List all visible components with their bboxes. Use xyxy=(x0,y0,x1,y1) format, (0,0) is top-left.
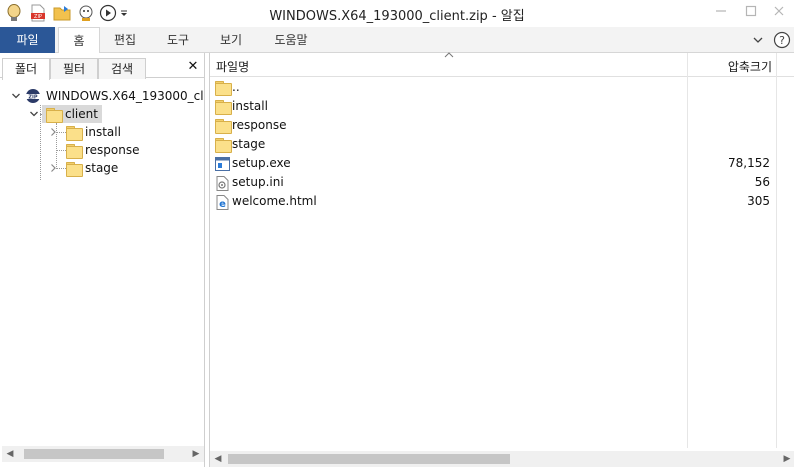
ribbon-tab-bar: 파일 홈 편집 도구 보기 도움말 ? xyxy=(0,27,794,54)
folder-icon xyxy=(66,161,83,177)
svg-text:ZIP: ZIP xyxy=(28,95,37,101)
tree-label-stage: stage xyxy=(85,161,119,175)
file-size: 56 xyxy=(754,175,770,189)
tab-folder[interactable]: 폴더 xyxy=(2,58,50,80)
tab-filter[interactable]: 필터 xyxy=(50,58,98,79)
file-list-panel: 파일명 압축크기 .. install response stage setup… xyxy=(209,51,794,467)
folder-tree: ZIP WINDOWS.X64_193000_clie client insta… xyxy=(0,79,204,441)
tree-label-client: client xyxy=(65,107,98,121)
help-icon[interactable]: ? xyxy=(773,31,791,49)
file-row-stage[interactable]: stage xyxy=(210,135,776,154)
file-row-parent[interactable]: .. xyxy=(210,78,776,97)
scroll-right-icon[interactable]: ▶ xyxy=(779,451,794,467)
collapse-ribbon-icon[interactable] xyxy=(751,33,765,47)
html-file-icon: e xyxy=(215,195,230,210)
tree-root-label: WINDOWS.X64_193000_clie xyxy=(46,89,204,103)
file-name: install xyxy=(232,99,268,113)
file-name: response xyxy=(232,118,287,132)
file-name: setup.ini xyxy=(232,175,284,189)
title-bar: ZIP WINDOWS.X64_193000_client.zip - 알집 xyxy=(0,0,794,27)
zip-archive-icon: ZIP xyxy=(24,88,42,104)
file-size: 305 xyxy=(747,194,770,208)
sort-ascending-icon xyxy=(444,51,454,62)
tab-tools[interactable]: 도구 xyxy=(157,27,199,53)
chevron-down-icon[interactable] xyxy=(28,105,40,123)
tab-view[interactable]: 보기 xyxy=(210,27,252,53)
tree-node-client[interactable]: client xyxy=(28,105,102,123)
folder-icon xyxy=(46,107,63,123)
file-row-setup-ini[interactable]: setup.ini 56 xyxy=(210,173,776,192)
chevron-right-icon[interactable] xyxy=(47,159,59,177)
svg-text:e: e xyxy=(219,199,226,210)
svg-text:?: ? xyxy=(779,34,785,47)
left-panel-tabs: 폴더 필터 검색 ✕ xyxy=(0,56,205,80)
chevron-right-icon[interactable] xyxy=(47,123,59,141)
file-name: setup.exe xyxy=(232,156,291,170)
tab-edit[interactable]: 편집 xyxy=(104,27,146,53)
exe-file-icon xyxy=(215,157,230,171)
file-name: stage xyxy=(232,137,266,151)
file-row-response[interactable]: response xyxy=(210,116,776,135)
folder-tree-panel: 폴더 필터 검색 ✕ ZIP WINDOWS.X64_193000_clie c… xyxy=(0,53,205,467)
column-divider[interactable] xyxy=(776,53,777,448)
maximize-icon[interactable] xyxy=(740,3,762,23)
folder-icon xyxy=(66,125,83,141)
scrollbar-thumb[interactable] xyxy=(24,449,164,459)
left-horizontal-scrollbar[interactable]: ◀ ▶ xyxy=(2,446,204,462)
folder-icon xyxy=(215,81,232,96)
chevron-down-icon[interactable] xyxy=(10,87,22,105)
tree-label-response: response xyxy=(85,143,140,157)
file-name: welcome.html xyxy=(232,194,317,208)
tab-help[interactable]: 도움말 xyxy=(268,27,314,53)
scroll-left-icon[interactable]: ◀ xyxy=(2,446,18,462)
tab-home[interactable]: 홈 xyxy=(58,27,100,54)
window-title: WINDOWS.X64_193000_client.zip - 알집 xyxy=(269,9,525,24)
tree-node-install[interactable]: install xyxy=(47,123,121,141)
file-row-setup-exe[interactable]: setup.exe 78,152 xyxy=(210,154,776,173)
folder-icon xyxy=(66,143,83,159)
right-horizontal-scrollbar[interactable]: ◀ ▶ xyxy=(210,451,794,467)
minimize-icon[interactable] xyxy=(710,3,732,23)
tree-selection: client xyxy=(42,105,102,123)
folder-icon xyxy=(215,100,232,115)
file-row-welcome-html[interactable]: e welcome.html 305 xyxy=(210,192,776,211)
file-size: 78,152 xyxy=(728,156,770,170)
file-name: .. xyxy=(232,80,240,94)
file-list-header: 파일명 압축크기 xyxy=(210,51,794,77)
ini-file-icon xyxy=(215,176,230,191)
scroll-left-icon[interactable]: ◀ xyxy=(210,451,226,467)
close-icon[interactable] xyxy=(768,3,790,23)
tree-node-stage[interactable]: stage xyxy=(47,159,118,177)
tab-search[interactable]: 검색 xyxy=(98,58,146,79)
tab-file[interactable]: 파일 xyxy=(0,27,55,53)
tree-node-response[interactable]: response xyxy=(47,141,140,159)
folder-icon xyxy=(215,119,232,134)
column-header-name[interactable]: 파일명 xyxy=(216,58,249,75)
close-panel-icon[interactable]: ✕ xyxy=(185,58,201,76)
scrollbar-thumb[interactable] xyxy=(228,454,510,464)
scroll-right-icon[interactable]: ▶ xyxy=(188,446,204,462)
folder-icon xyxy=(215,138,232,153)
file-row-install[interactable]: install xyxy=(210,97,776,116)
tree-root-node[interactable]: ZIP WINDOWS.X64_193000_clie xyxy=(10,87,204,105)
column-header-size[interactable]: 압축크기 xyxy=(728,58,772,75)
tree-label-install: install xyxy=(85,125,121,139)
